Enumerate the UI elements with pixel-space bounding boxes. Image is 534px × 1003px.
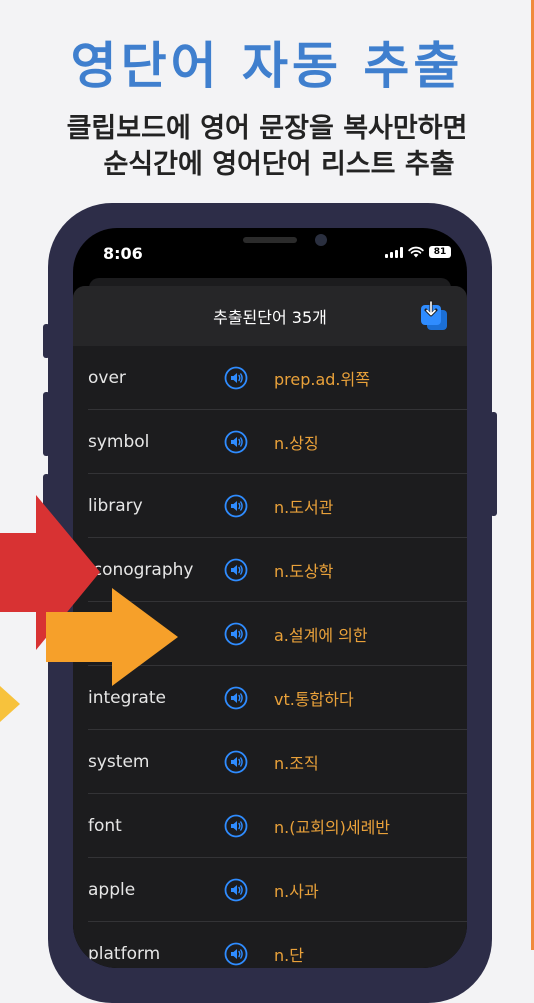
- phone-side-button: [43, 324, 50, 358]
- meaning-text: n.사과: [274, 881, 319, 901]
- word-text: system: [88, 751, 150, 772]
- promo-title: 영단어 자동 추출: [70, 37, 464, 95]
- status-icons: 81: [385, 246, 451, 258]
- speaker-icon[interactable]: [224, 750, 248, 774]
- word-text: integrate: [88, 687, 166, 708]
- word-row[interactable]: symbol n.상징: [88, 410, 467, 474]
- speaker-icon[interactable]: [224, 430, 248, 454]
- meaning-text: vt.통합하다: [274, 689, 354, 709]
- meaning-text: n.도서관: [274, 497, 334, 517]
- status-time: 8:06: [103, 244, 143, 263]
- battery-icon: 81: [429, 246, 451, 258]
- speaker-icon[interactable]: [224, 558, 248, 582]
- speaker-icon[interactable]: [224, 686, 248, 710]
- word-text: symbol: [88, 431, 150, 452]
- word-row[interactable]: library n.도서관: [88, 474, 467, 538]
- phone-power-button: [490, 412, 497, 516]
- front-camera: [315, 234, 327, 246]
- word-row[interactable]: over prep.ad.위쪽: [88, 346, 467, 410]
- sheet-header: 추출된단어 35개: [73, 286, 467, 346]
- signal-icon: [385, 246, 403, 258]
- word-text: apple: [88, 879, 136, 900]
- meaning-text: n.상징: [274, 433, 319, 453]
- word-text: library: [88, 495, 143, 516]
- orange-arrow-icon: [46, 588, 178, 686]
- meaning-text: n.(교회의)세례반: [274, 817, 391, 837]
- notch: [163, 228, 377, 260]
- speaker-icon[interactable]: [224, 622, 248, 646]
- speaker-icon[interactable]: [224, 942, 248, 966]
- meaning-text: n.단: [274, 945, 304, 965]
- meaning-text: n.조직: [274, 753, 319, 773]
- phone-volume-up: [43, 392, 50, 456]
- word-row[interactable]: platform n.단: [88, 922, 467, 968]
- download-icon[interactable]: [419, 300, 449, 332]
- word-row[interactable]: system n.조직: [88, 730, 467, 794]
- word-text: font: [88, 815, 122, 836]
- word-text: iconography: [88, 559, 194, 580]
- speaker-icon[interactable]: [224, 494, 248, 518]
- promo-subtitle-line2: 순식간에 영어단어 리스트 추출: [103, 149, 455, 180]
- wifi-icon: [408, 246, 424, 258]
- speaker-icon[interactable]: [224, 878, 248, 902]
- word-row[interactable]: apple n.사과: [88, 858, 467, 922]
- earpiece: [243, 237, 297, 243]
- speaker-icon[interactable]: [224, 366, 248, 390]
- yellow-arrow-icon: [0, 686, 20, 722]
- meaning-text: n.도상학: [274, 561, 334, 581]
- word-text: platform: [88, 943, 161, 964]
- meaning-text: a.설계에 의한: [274, 625, 368, 645]
- speaker-icon[interactable]: [224, 814, 248, 838]
- meaning-text: prep.ad.위쪽: [274, 369, 370, 389]
- word-text: over: [88, 367, 126, 388]
- promo-subtitle-line1: 클립보드에 영어 문장을 복사만하면: [66, 113, 468, 144]
- sheet-title: 추출된단어 35개: [213, 308, 327, 327]
- word-row[interactable]: font n.(교회의)세례반: [88, 794, 467, 858]
